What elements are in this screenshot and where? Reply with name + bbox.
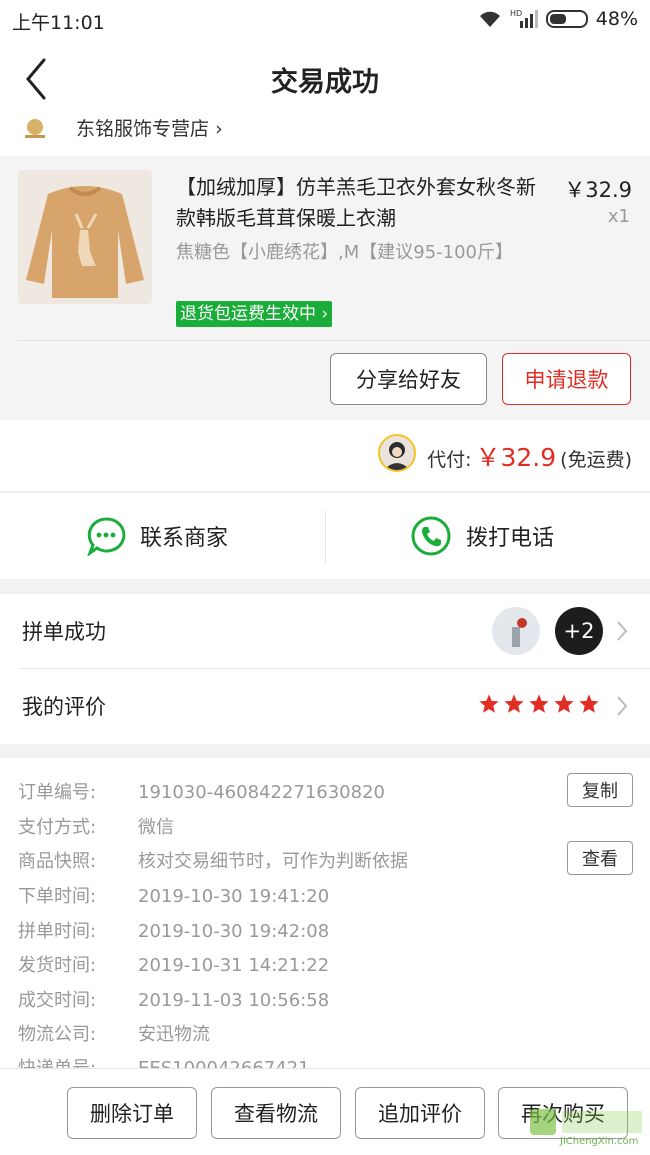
group-row[interactable]: 拼单成功 +2 [0, 594, 650, 669]
product-quantity: x1 [607, 206, 630, 227]
battery-percent: 48% [595, 8, 638, 30]
ship-time-row: 发货时间: 2019-10-31 14:21:22 [18, 955, 330, 976]
chevron-right-icon: › [316, 304, 329, 324]
review-label: 我的评价 [22, 695, 106, 719]
contact-bar: 联系商家 拨打电话 [0, 493, 650, 579]
page-title: 交易成功 [271, 67, 379, 98]
battery-icon [545, 10, 588, 28]
product-card[interactable]: 【加绒加厚】仿羊羔毛卫衣外套女秋冬新款韩版毛茸茸保暖上衣潮 焦糖色【小鹿绣花】,… [0, 156, 650, 420]
group-label: 拼单成功 [22, 620, 106, 644]
signal-icon: HD [510, 9, 538, 28]
divider [18, 340, 650, 341]
svg-text:HD: HD [510, 9, 522, 18]
shop-bar[interactable]: 东铭服饰专营店 › [0, 108, 650, 156]
logistics-row: 物流公司: 安迅物流 [18, 1024, 210, 1045]
payment-note: (免运费) [560, 449, 632, 471]
status-rows: 拼单成功 +2 我的评价 [0, 594, 650, 744]
order-time-row: 下单时间: 2019-10-30 19:41:20 [18, 886, 330, 907]
status-time: 上午11:01 [12, 12, 105, 34]
payer-avatar [378, 434, 416, 472]
sweater-image [18, 170, 152, 304]
snapshot-row: 商品快照: 核对交易细节时，可作为判断依据 [18, 851, 408, 872]
order-number-row: 订单编号: 191030-460842271630820 [18, 782, 385, 803]
order-info: 订单编号: 191030-460842271630820 复制 支付方式: 微信 商… [0, 758, 650, 1070]
star-icon [479, 694, 499, 713]
review-row[interactable]: 我的评价 [0, 669, 650, 744]
status-bar: 上午11:01 HD 48% [0, 0, 650, 40]
view-snapshot-button[interactable]: 查看 [567, 841, 633, 875]
star-icon [529, 694, 549, 713]
product-price: ￥32.9 [564, 178, 632, 202]
bottom-action-bar: 删除订单 查看物流 追加评价 再次购买 JiChengXin.com [0, 1068, 650, 1155]
pay-method-row: 支付方式: 微信 [18, 817, 174, 838]
add-review-button[interactable]: 追加评价 [355, 1087, 485, 1139]
status-icons: HD 48% [478, 7, 638, 31]
group-time-row: 拼单时间: 2019-10-30 19:42:08 [18, 921, 330, 942]
call-label: 拨打电话 [466, 526, 555, 551]
payment-info: 代付: ￥32.9 (免运费) [427, 438, 632, 474]
shop-logo-icon [25, 119, 45, 138]
copy-button[interactable]: 复制 [567, 773, 633, 807]
refund-button[interactable]: 申请退款 [502, 353, 631, 405]
deal-time-row: 成交时间: 2019-11-03 10:56:58 [18, 990, 330, 1011]
call-button[interactable]: 拨打电话 [410, 493, 554, 579]
chat-icon [87, 517, 126, 556]
contact-merchant-button[interactable]: 联系商家 [86, 493, 228, 579]
product-title[interactable]: 【加绒加厚】仿羊羔毛卫衣外套女秋冬新款韩版毛茸茸保暖上衣潮 [176, 172, 536, 234]
payment-bar: 代付: ￥32.9 (免运费) [0, 420, 650, 492]
header-cover: 交易成功 [0, 40, 650, 108]
group-more-avatar: +2 [555, 607, 603, 655]
group-avatar [492, 607, 540, 655]
rating-stars [478, 693, 600, 715]
svg-text:JiChengXin.com: JiChengXin.com [559, 1136, 638, 1147]
chevron-right-icon [617, 621, 628, 641]
chevron-right-icon [617, 696, 628, 716]
star-icon [554, 694, 574, 713]
view-logistics-button[interactable]: 查看物流 [211, 1087, 341, 1139]
wifi-icon [479, 11, 500, 27]
share-button[interactable]: 分享给好友 [330, 353, 487, 405]
order-number: 191030-460842271630820 [138, 782, 385, 803]
watermark-logo: JiChengXin.com [530, 1109, 642, 1147]
shop-name[interactable]: 东铭服饰专营店 › [76, 114, 223, 141]
product-spec: 焦糖色【小鹿绣花】,M【建议95-100斤】 [176, 242, 514, 263]
star-icon [504, 694, 524, 713]
payment-amount: ￥32.9 [475, 443, 557, 472]
delete-order-button[interactable]: 删除订单 [67, 1087, 197, 1139]
divider [325, 511, 326, 563]
product-thumbnail[interactable] [18, 170, 152, 304]
phone-icon [411, 516, 451, 556]
chevron-right-icon: › [215, 118, 223, 140]
payment-label: 代付: [427, 449, 472, 471]
return-shipping-badge[interactable]: 退货包运费生效中 › [176, 301, 333, 327]
star-icon [579, 694, 599, 713]
contact-merchant-label: 联系商家 [140, 526, 229, 551]
battery-fill [549, 14, 566, 24]
